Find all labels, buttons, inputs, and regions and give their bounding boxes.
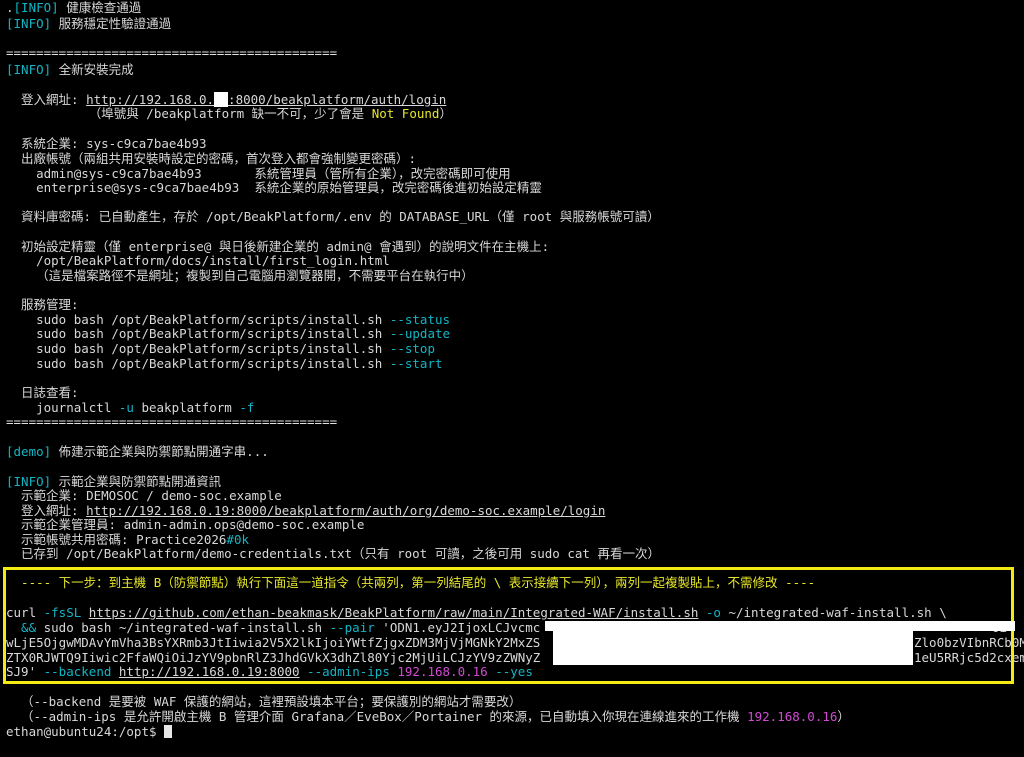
terminal-window[interactable]: .[INFO] 健康檢查通過 [INFO] 服務穩定性驗證通過 ========… <box>0 0 1024 757</box>
admin-account-line: admin@sys-c9ca7bae4b93 系統管理員（管所有企業），改完密碼… <box>6 166 511 181</box>
log-view-title: 日誌查看: <box>6 385 79 400</box>
pair-token-fragment: 1eU5RRjc5d2cxem <box>914 650 1024 665</box>
shell-prompt[interactable]: ethan@ubuntu24:/opt$ <box>6 724 173 739</box>
demo-password-line: 示範帳號共用密碼: Practice2026#0k <box>6 532 249 547</box>
wizard-note-line: （這是檔案路徑不是網址；複製到自己電腦用瀏覽器開，不需要平台在執行中） <box>6 268 474 283</box>
separator-rule: ========================================… <box>6 45 338 60</box>
demo-admin-line: 示範企業管理員: admin-admin.ops@demo-soc.exampl… <box>6 517 365 532</box>
demo-login-url-link[interactable]: http://192.168.0.19:8000/beakplatform/au… <box>86 503 605 518</box>
demo-info-line: [INFO] 示範企業與防禦節點開通資訊 <box>6 474 222 489</box>
install-command-line: && sudo bash ~/integrated-waf-install.sh… <box>6 620 541 635</box>
pair-token-line: wLjE5OjgwMDAvYmVha3BsYXRmb3JtIiwia2V5X2l… <box>6 635 541 650</box>
log-line-health: .[INFO] 健康檢查通過 <box>6 0 142 15</box>
separator-rule: ========================================… <box>6 414 338 429</box>
backend-url-link[interactable]: http://192.168.0.19:8000 <box>119 664 300 679</box>
wizard-path-line: /opt/BeakPlatform/docs/install/first_log… <box>6 253 390 268</box>
redacted-block <box>214 92 229 107</box>
service-mgmt-title: 服務管理: <box>6 297 79 312</box>
login-url-link[interactable]: http://192.168.0.:8000/beakplatform/auth… <box>86 92 446 107</box>
db-password-line: 資料庫密碼: 已自動產生，存於 /opt/BeakPlatform/.env 的… <box>6 209 660 224</box>
redacted-block <box>553 630 913 665</box>
text-cursor <box>164 725 173 738</box>
enterprise-account-line: enterprise@sys-c9ca7bae4b93 系統企業的原始管理員，改… <box>6 180 542 195</box>
log-line-stability: [INFO] 服務穩定性驗證通過 <box>6 16 172 31</box>
service-cmd-stop: sudo bash /opt/BeakPlatform/scripts/inst… <box>6 341 435 356</box>
admin-ips-note-line: （--admin-ips 是允許開啟主機 B 管理介面 Grafana／EveB… <box>6 709 850 724</box>
next-step-title: ---- 下一步：到主機 B（防禦節點）執行下面這一道指令（共兩列，第一列結尾的… <box>6 575 816 590</box>
curl-command-line: curl -fsSL https://github.com/ethan-beak… <box>6 605 947 620</box>
port-note-line: （埠號與 /beakplatform 缺一不可，少了會是 Not Found） <box>6 106 452 121</box>
demo-login-line: 登入網址: http://192.168.0.19:8000/beakplatf… <box>6 503 606 518</box>
backend-note-line: （--backend 是要被 WAF 保護的網站，這裡預設填本平台；要保護別的網… <box>6 694 522 709</box>
service-cmd-update: sudo bash /opt/BeakPlatform/scripts/inst… <box>6 326 451 341</box>
demo-company-line: 示範企業: DEMOSOC / demo-soc.example <box>6 488 282 503</box>
wizard-doc-line: 初始設定精靈（僅 enterprise@ 與日後新建企業的 admin@ 會遇到… <box>6 239 550 254</box>
journalctl-line: journalctl -u beakplatform -f <box>6 400 255 415</box>
service-cmd-start: sudo bash /opt/BeakPlatform/scripts/inst… <box>6 356 443 371</box>
backend-args-line: SJ9' --backend http://192.168.0.19:8000 … <box>6 664 533 679</box>
factory-accounts-line: 出廠帳號（兩組共用安裝時設定的密碼，首次登入都會強制變更密碼）: <box>6 151 417 166</box>
install-complete-line: [INFO] 全新安裝完成 <box>6 62 134 77</box>
demo-provision-line: [demo] 佈建示範企業與防禦節點開通字串... <box>6 444 269 459</box>
demo-saved-line: 已存到 /opt/BeakPlatform/demo-credentials.t… <box>6 546 660 561</box>
login-url-line: 登入網址: http://192.168.0.:8000/beakplatfor… <box>6 92 447 107</box>
pair-token-line: ZTX0RJWTQ9Iiwic2FfaWQiOiJzYV9pbnRlZ3JhdG… <box>6 650 541 665</box>
install-script-url-link[interactable]: https://github.com/ethan-beakmask/BeakPl… <box>89 605 699 620</box>
service-cmd-status: sudo bash /opt/BeakPlatform/scripts/inst… <box>6 312 451 327</box>
sys-company-line: 系統企業: sys-c9ca7bae4b93 <box>6 136 207 151</box>
pair-token-fragment: Zlo0bzVIbnRCb0M <box>914 635 1024 650</box>
